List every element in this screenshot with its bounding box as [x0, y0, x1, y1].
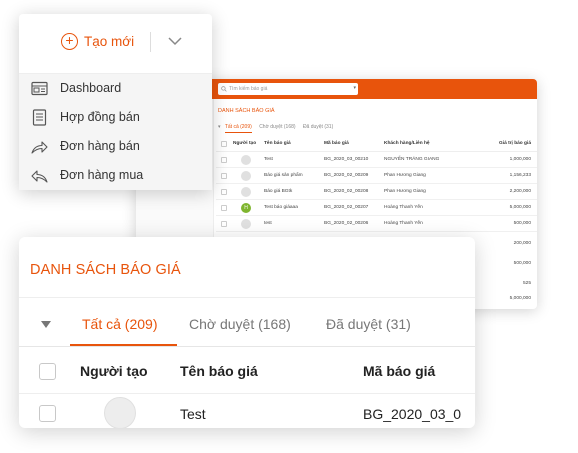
tab-all[interactable]: Tất cả (209) — [224, 124, 252, 133]
row-code: BG_2020_02_00208 — [324, 189, 369, 194]
table-row[interactable]: Báo giá BGtk BG_2020_02_00208 Phan Hương… — [216, 184, 537, 200]
create-row: + Tạo mới — [19, 14, 212, 69]
avatar — [241, 219, 251, 229]
search-box[interactable]: Tìm kiếm báo giá ▾ — [218, 83, 358, 95]
table-row[interactable]: H Test báo giáaaa BG_2020_02_00207 Hoàng… — [216, 200, 537, 216]
tab-approved[interactable]: Đã duyệt (31) — [303, 124, 333, 130]
tabs: Tất cả (209) Chờ duyệt (168) Đã duyệt (3… — [19, 297, 475, 347]
dashboard-icon — [31, 81, 48, 96]
row-checkbox[interactable] — [39, 405, 56, 422]
chevron-down-icon[interactable] — [166, 34, 184, 48]
col-customer: Khách hàng/Liên hệ — [384, 141, 430, 146]
menu-item-label: Đơn hàng bán — [60, 139, 140, 153]
row-code: BG_2020_02_00209 — [324, 173, 369, 178]
tab-approved[interactable]: Đã duyệt (31) — [326, 316, 411, 332]
row-customer: Hoàng Thanh Yến — [384, 205, 423, 210]
divider — [150, 32, 151, 52]
row-value: 200,000 — [513, 241, 531, 246]
row-name[interactable]: Báo giá sản phẩm — [264, 173, 303, 178]
table-row[interactable]: Báo giá sản phẩm BG_2020_02_00209 Phan H… — [216, 168, 537, 184]
avatar — [104, 397, 136, 428]
plus-icon: + — [61, 33, 78, 50]
menu-item-purchase-order[interactable]: Đơn hàng mua — [19, 161, 212, 190]
menu-item-contract[interactable]: Hợp đồng bán — [19, 103, 212, 132]
purchase-order-arrow-icon — [31, 170, 48, 183]
row-customer: Hoàng Thanh Yến — [384, 221, 423, 226]
select-all-checkbox[interactable] — [221, 141, 227, 147]
row-checkbox[interactable] — [221, 157, 227, 163]
create-dropdown: + Tạo mới Dashboard Hợp đồng bán Đơn hàn… — [19, 14, 212, 190]
row-value: 2,200,000 — [509, 189, 531, 194]
row-checkbox[interactable] — [221, 189, 227, 195]
tabs: ▾ Tất cả (209) Chờ duyệt (168) Đã duyệt … — [218, 124, 339, 133]
collapse-triangle-icon[interactable] — [41, 321, 51, 328]
row-code: BG_2020_03_00210 — [324, 157, 369, 162]
menu-item-label: Đơn hàng mua — [60, 168, 144, 182]
menu-item-sales-order[interactable]: Đơn hàng bán — [19, 132, 212, 161]
row-code: BG_2020_02_00207 — [324, 205, 369, 210]
col-creator: Người tạo — [80, 363, 148, 379]
menu-item-dashboard[interactable]: Dashboard — [19, 74, 212, 103]
quote-list-panel: DANH SÁCH BÁO GIÁ Tất cả (209) Chờ duyệt… — [19, 237, 475, 428]
active-tab-indicator — [70, 344, 177, 346]
contract-document-icon — [32, 109, 47, 126]
avatar — [241, 171, 251, 181]
col-value: Giá trị báo giá — [499, 141, 531, 146]
tab-all[interactable]: Tất cả (209) — [82, 316, 157, 332]
menu-item-label: Dashboard — [60, 81, 122, 95]
avatar — [241, 155, 251, 165]
row-value: 525 — [522, 281, 531, 286]
row-checkbox[interactable] — [221, 205, 227, 211]
page-title: DANH SÁCH BÁO GIÁ — [30, 262, 181, 278]
table-header: Người tạo Tên báo giá Mã báo giá Khách h… — [216, 136, 537, 152]
create-new-label: Tạo mới — [84, 34, 135, 49]
row-name[interactable]: Test — [180, 406, 206, 422]
row-value: 5,000,000 — [509, 205, 531, 210]
row-value: 1,000,000 — [509, 157, 531, 162]
row-name[interactable]: Test — [264, 157, 273, 162]
row-value: 5,000,000 — [509, 296, 531, 301]
create-menu-list: Dashboard Hợp đồng bán Đơn hàng bán Đơn … — [19, 73, 212, 190]
col-name: Tên báo giá — [180, 363, 258, 379]
create-new-button[interactable]: + Tạo mới — [61, 33, 134, 50]
row-value: 500,000 — [513, 221, 531, 226]
table-row[interactable]: Test BG_2020_03_0 — [19, 394, 475, 428]
collapse-triangle-icon[interactable]: ▾ — [218, 124, 221, 130]
avatar: H — [241, 203, 251, 213]
row-checkbox[interactable] — [221, 221, 227, 227]
table-row[interactable]: test BG_2020_02_00206 Hoàng Thanh Yến 50… — [216, 216, 537, 232]
select-all-checkbox[interactable] — [39, 363, 56, 380]
row-value: 1,156,233 — [509, 173, 531, 178]
row-name[interactable]: Test báo giáaaa — [264, 205, 298, 210]
avatar — [241, 187, 251, 197]
table-row[interactable]: Test BG_2020_03_00210 NGUYỄN TRÁNG GIANG… — [216, 152, 537, 168]
tab-pending[interactable]: Chờ duyệt (168) — [189, 316, 291, 332]
tab-pending[interactable]: Chờ duyệt (168) — [259, 124, 295, 130]
row-checkbox[interactable] — [221, 173, 227, 179]
col-code: Mã báo giá — [363, 363, 436, 379]
row-customer: Phan Hương Giang — [384, 189, 426, 194]
row-name[interactable]: Báo giá BGtk — [264, 189, 292, 194]
col-name: Tên báo giá — [264, 141, 291, 146]
search-icon — [221, 86, 227, 92]
col-creator: Người tạo — [233, 141, 257, 146]
row-name[interactable]: test — [264, 221, 272, 226]
chevron-down-icon[interactable]: ▾ — [353, 85, 356, 91]
row-code: BG_2020_02_00206 — [324, 221, 369, 226]
row-customer: Phan Hương Giang — [384, 173, 426, 178]
row-code: BG_2020_03_0 — [363, 406, 462, 422]
row-customer: NGUYỄN TRÁNG GIANG — [384, 157, 440, 162]
search-placeholder: Tìm kiếm báo giá — [229, 86, 268, 92]
col-code: Mã báo giá — [324, 141, 349, 146]
sales-order-arrow-icon — [31, 141, 48, 154]
table-header: Người tạo Tên báo giá Mã báo giá — [19, 348, 475, 394]
page-title: DANH SÁCH BÁO GIÁ — [218, 108, 275, 114]
menu-item-label: Hợp đồng bán — [60, 110, 140, 124]
row-value: 500,000 — [513, 261, 531, 266]
